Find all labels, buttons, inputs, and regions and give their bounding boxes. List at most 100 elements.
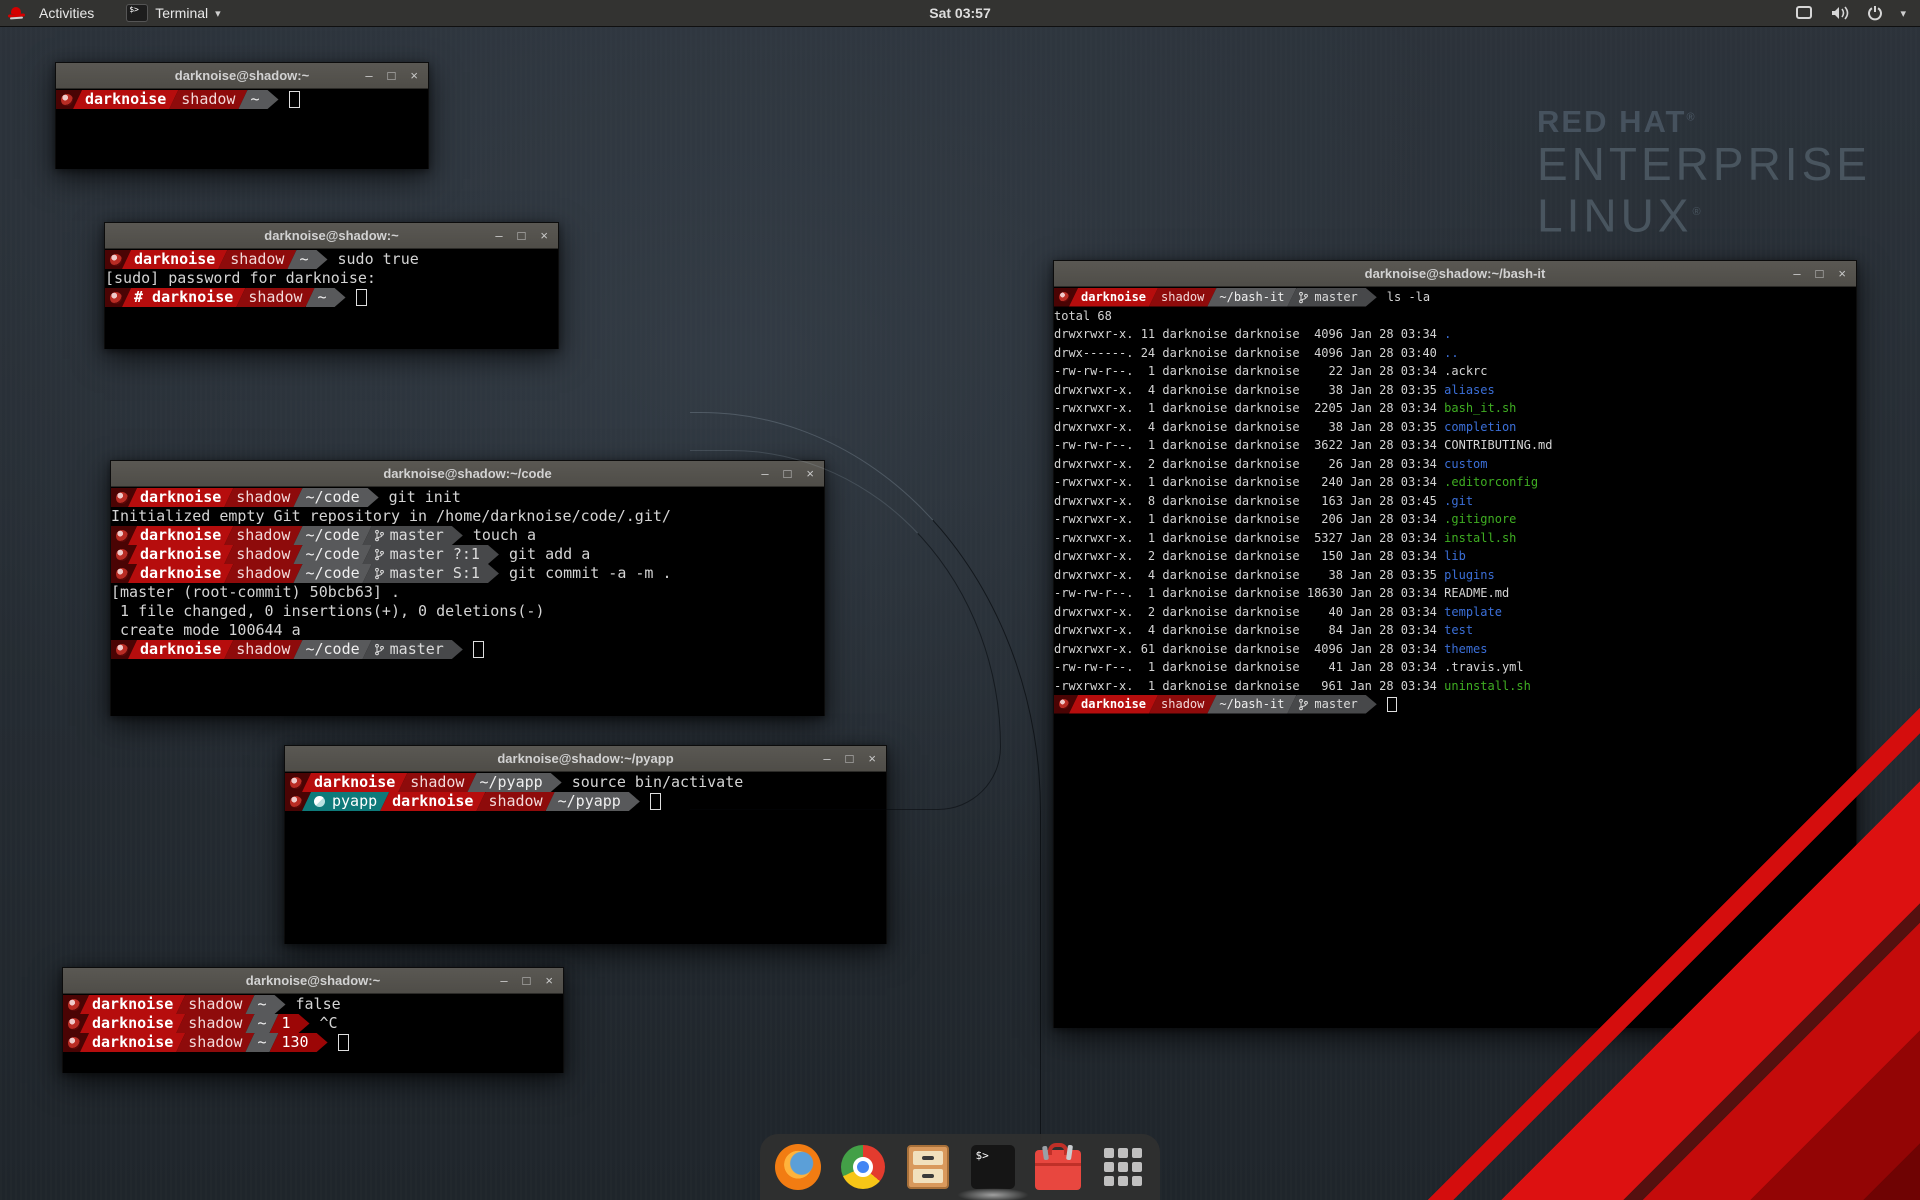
file-name: aliases	[1444, 383, 1495, 397]
redhat-prompt-icon	[110, 292, 122, 304]
titlebar[interactable]: darknoise@shadow:~–□ ×	[105, 223, 558, 249]
terminal-icon: $>	[971, 1145, 1015, 1189]
command-text: git init	[389, 488, 461, 507]
terminal-content[interactable]: darknoiseshadow~sudo true[sudo] password…	[105, 249, 558, 349]
maximize-button[interactable]: □	[388, 63, 396, 88]
ls-row: -rwxrwxr-x. 1 darknoise darknoise 2205 J…	[1054, 399, 1856, 418]
prompt-segment-user: # darknoise	[122, 288, 245, 307]
git-branch-segment: master	[363, 526, 463, 545]
power-icon[interactable]	[1867, 5, 1883, 21]
git-branch-segment: master S:1	[363, 564, 499, 583]
close-button[interactable]: ×	[410, 63, 418, 88]
prompt-segment-host: shadow	[224, 545, 302, 564]
file-name: bash_it.sh	[1444, 401, 1516, 415]
maximize-button[interactable]: □	[523, 968, 531, 993]
file-name: custom	[1444, 457, 1487, 471]
titlebar[interactable]: darknoise@shadow:~–□×	[56, 63, 428, 89]
close-button[interactable]: ×	[545, 968, 553, 993]
terminal-content[interactable]: darknoiseshadow~/codegit initInitialized…	[111, 487, 824, 716]
prompt-segment-host: shadow	[1149, 288, 1216, 307]
prompt-segment-host: shadow	[476, 792, 554, 811]
close-button[interactable]: ×	[806, 461, 814, 486]
minimize-button[interactable]: –	[1793, 261, 1800, 286]
terminal-sudo[interactable]: darknoise@shadow:~–□ ×darknoiseshadow~sud…	[104, 222, 559, 349]
minimize-button[interactable]: –	[365, 63, 372, 88]
close-button[interactable]: ×	[1838, 261, 1846, 286]
file-name: test	[1444, 623, 1473, 637]
terminal-pyapp[interactable]: darknoise@shadow:~/pyapp–□×darknoiseshad…	[284, 745, 887, 944]
terminal-exit-codes[interactable]: darknoise@shadow:~–□×darknoiseshadow~fal…	[62, 967, 564, 1073]
rhel-logo: RED HAT® ENTERPRISE LINUX®	[1537, 104, 1871, 239]
prompt-line: darknoiseshadow~false	[63, 995, 563, 1014]
prompt-line: darknoiseshadow~/codemaster	[111, 640, 824, 659]
output-line: total 68	[1054, 307, 1856, 326]
prompt-segment-path: ~/pyapp	[467, 773, 561, 792]
dock-firefox[interactable]	[774, 1143, 822, 1191]
titlebar[interactable]: darknoise@shadow:~/bash-it–□ ×	[1054, 261, 1856, 287]
prompt-segment-path: ~/bash-it	[1207, 695, 1296, 714]
prompt-segment-host: shadow	[176, 1014, 254, 1033]
app-menu-terminal[interactable]: $> Terminal ▾	[118, 2, 228, 24]
terminal-content[interactable]: darknoiseshadow~falsedarknoiseshadow~1^C…	[63, 994, 563, 1073]
dock-terminal[interactable]: $>	[969, 1143, 1017, 1191]
maximize-button[interactable]: □	[1816, 261, 1824, 286]
titlebar[interactable]: darknoise@shadow:~/pyapp–□×	[285, 746, 886, 772]
redhat-prompt-icon	[68, 1018, 80, 1030]
ls-row: drwxrwxr-x. 2 darknoise darknoise 26 Jan…	[1054, 455, 1856, 474]
prompt-segment-host: shadow	[224, 488, 302, 507]
command-text: sudo true	[338, 250, 419, 269]
terminal-cursor	[473, 641, 484, 658]
maximize-button[interactable]: □	[846, 746, 854, 771]
git-branch-segment: master	[363, 640, 463, 659]
maximize-button[interactable]: □	[784, 461, 792, 486]
prompt-segment-user: darknoise	[73, 90, 178, 109]
prompt-segment-user: darknoise	[128, 564, 233, 583]
minimize-button[interactable]: –	[495, 223, 502, 248]
close-button[interactable]: ×	[868, 746, 876, 771]
window-title: darknoise@shadow:~	[63, 973, 563, 988]
top-bar: Activities $> Terminal ▾ Sat 03:57 ▾	[0, 0, 1920, 27]
terminal-cursor	[650, 793, 661, 810]
clock[interactable]: Sat 03:57	[0, 5, 1920, 21]
terminal-home-small[interactable]: darknoise@shadow:~–□×darknoiseshadow~	[55, 62, 429, 169]
system-menu-chevron-icon[interactable]: ▾	[1900, 7, 1906, 20]
output-line: [sudo] password for darknoise:	[105, 269, 558, 288]
window-title: darknoise@shadow:~/bash-it	[1054, 266, 1856, 281]
terminal-content[interactable]: darknoiseshadow~	[56, 89, 428, 169]
app-menu-label: Terminal	[155, 5, 208, 21]
file-name: completion	[1444, 420, 1516, 434]
command-text: ^C	[320, 1014, 338, 1033]
minimize-button[interactable]: –	[500, 968, 507, 993]
volume-icon[interactable]	[1830, 5, 1850, 21]
terminal-content[interactable]: darknoiseshadow~/bash-itmasterls -latota…	[1054, 287, 1856, 1028]
desktop: RED HAT® ENTERPRISE LINUX® darknoise@sha…	[0, 0, 1920, 1200]
display-icon[interactable]	[1795, 5, 1813, 21]
prompt-segment-user: darknoise	[80, 995, 185, 1014]
prompt-segment-path: ~/code	[293, 564, 371, 583]
file-name: .	[1444, 327, 1451, 341]
activities-button[interactable]: Activities	[33, 2, 100, 24]
prompt-segment-user: darknoise	[1069, 288, 1158, 307]
terminal-bash-it[interactable]: darknoise@shadow:~/bash-it–□ × darknoisesh…	[1053, 260, 1857, 1028]
ls-row: drwxrwxr-x. 4 darknoise darknoise 38 Jan…	[1054, 381, 1856, 400]
terminal-code[interactable]: darknoise@shadow:~/code–□×darknoiseshado…	[110, 460, 825, 716]
window-title: darknoise@shadow:~	[105, 228, 558, 243]
titlebar[interactable]: darknoise@shadow:~–□ ×	[63, 968, 563, 994]
redhat-prompt-icon	[110, 254, 122, 266]
dock-toolbox[interactable]	[1034, 1143, 1082, 1191]
prompt-segment-user: darknoise	[128, 640, 233, 659]
close-button[interactable]: ×	[540, 223, 548, 248]
dock-chrome[interactable]	[839, 1143, 887, 1191]
terminal-content[interactable]: darknoiseshadow~/pyappsource bin/activat…	[285, 772, 886, 944]
titlebar[interactable]: darknoise@shadow:~/code–□×	[111, 461, 824, 487]
logo-redhat: RED HAT	[1537, 104, 1686, 139]
prompt-line: darknoiseshadow~	[56, 90, 428, 109]
dock-files[interactable]	[904, 1143, 952, 1191]
prompt-segment-path: ~/code	[293, 526, 371, 545]
prompt-line: darknoiseshadow~/codemaster ?:1git add a	[111, 545, 824, 564]
prompt-segment-user: darknoise	[128, 526, 233, 545]
minimize-button[interactable]: –	[823, 746, 830, 771]
maximize-button[interactable]: □	[518, 223, 526, 248]
dock-show-applications[interactable]	[1099, 1143, 1147, 1191]
minimize-button[interactable]: –	[761, 461, 768, 486]
